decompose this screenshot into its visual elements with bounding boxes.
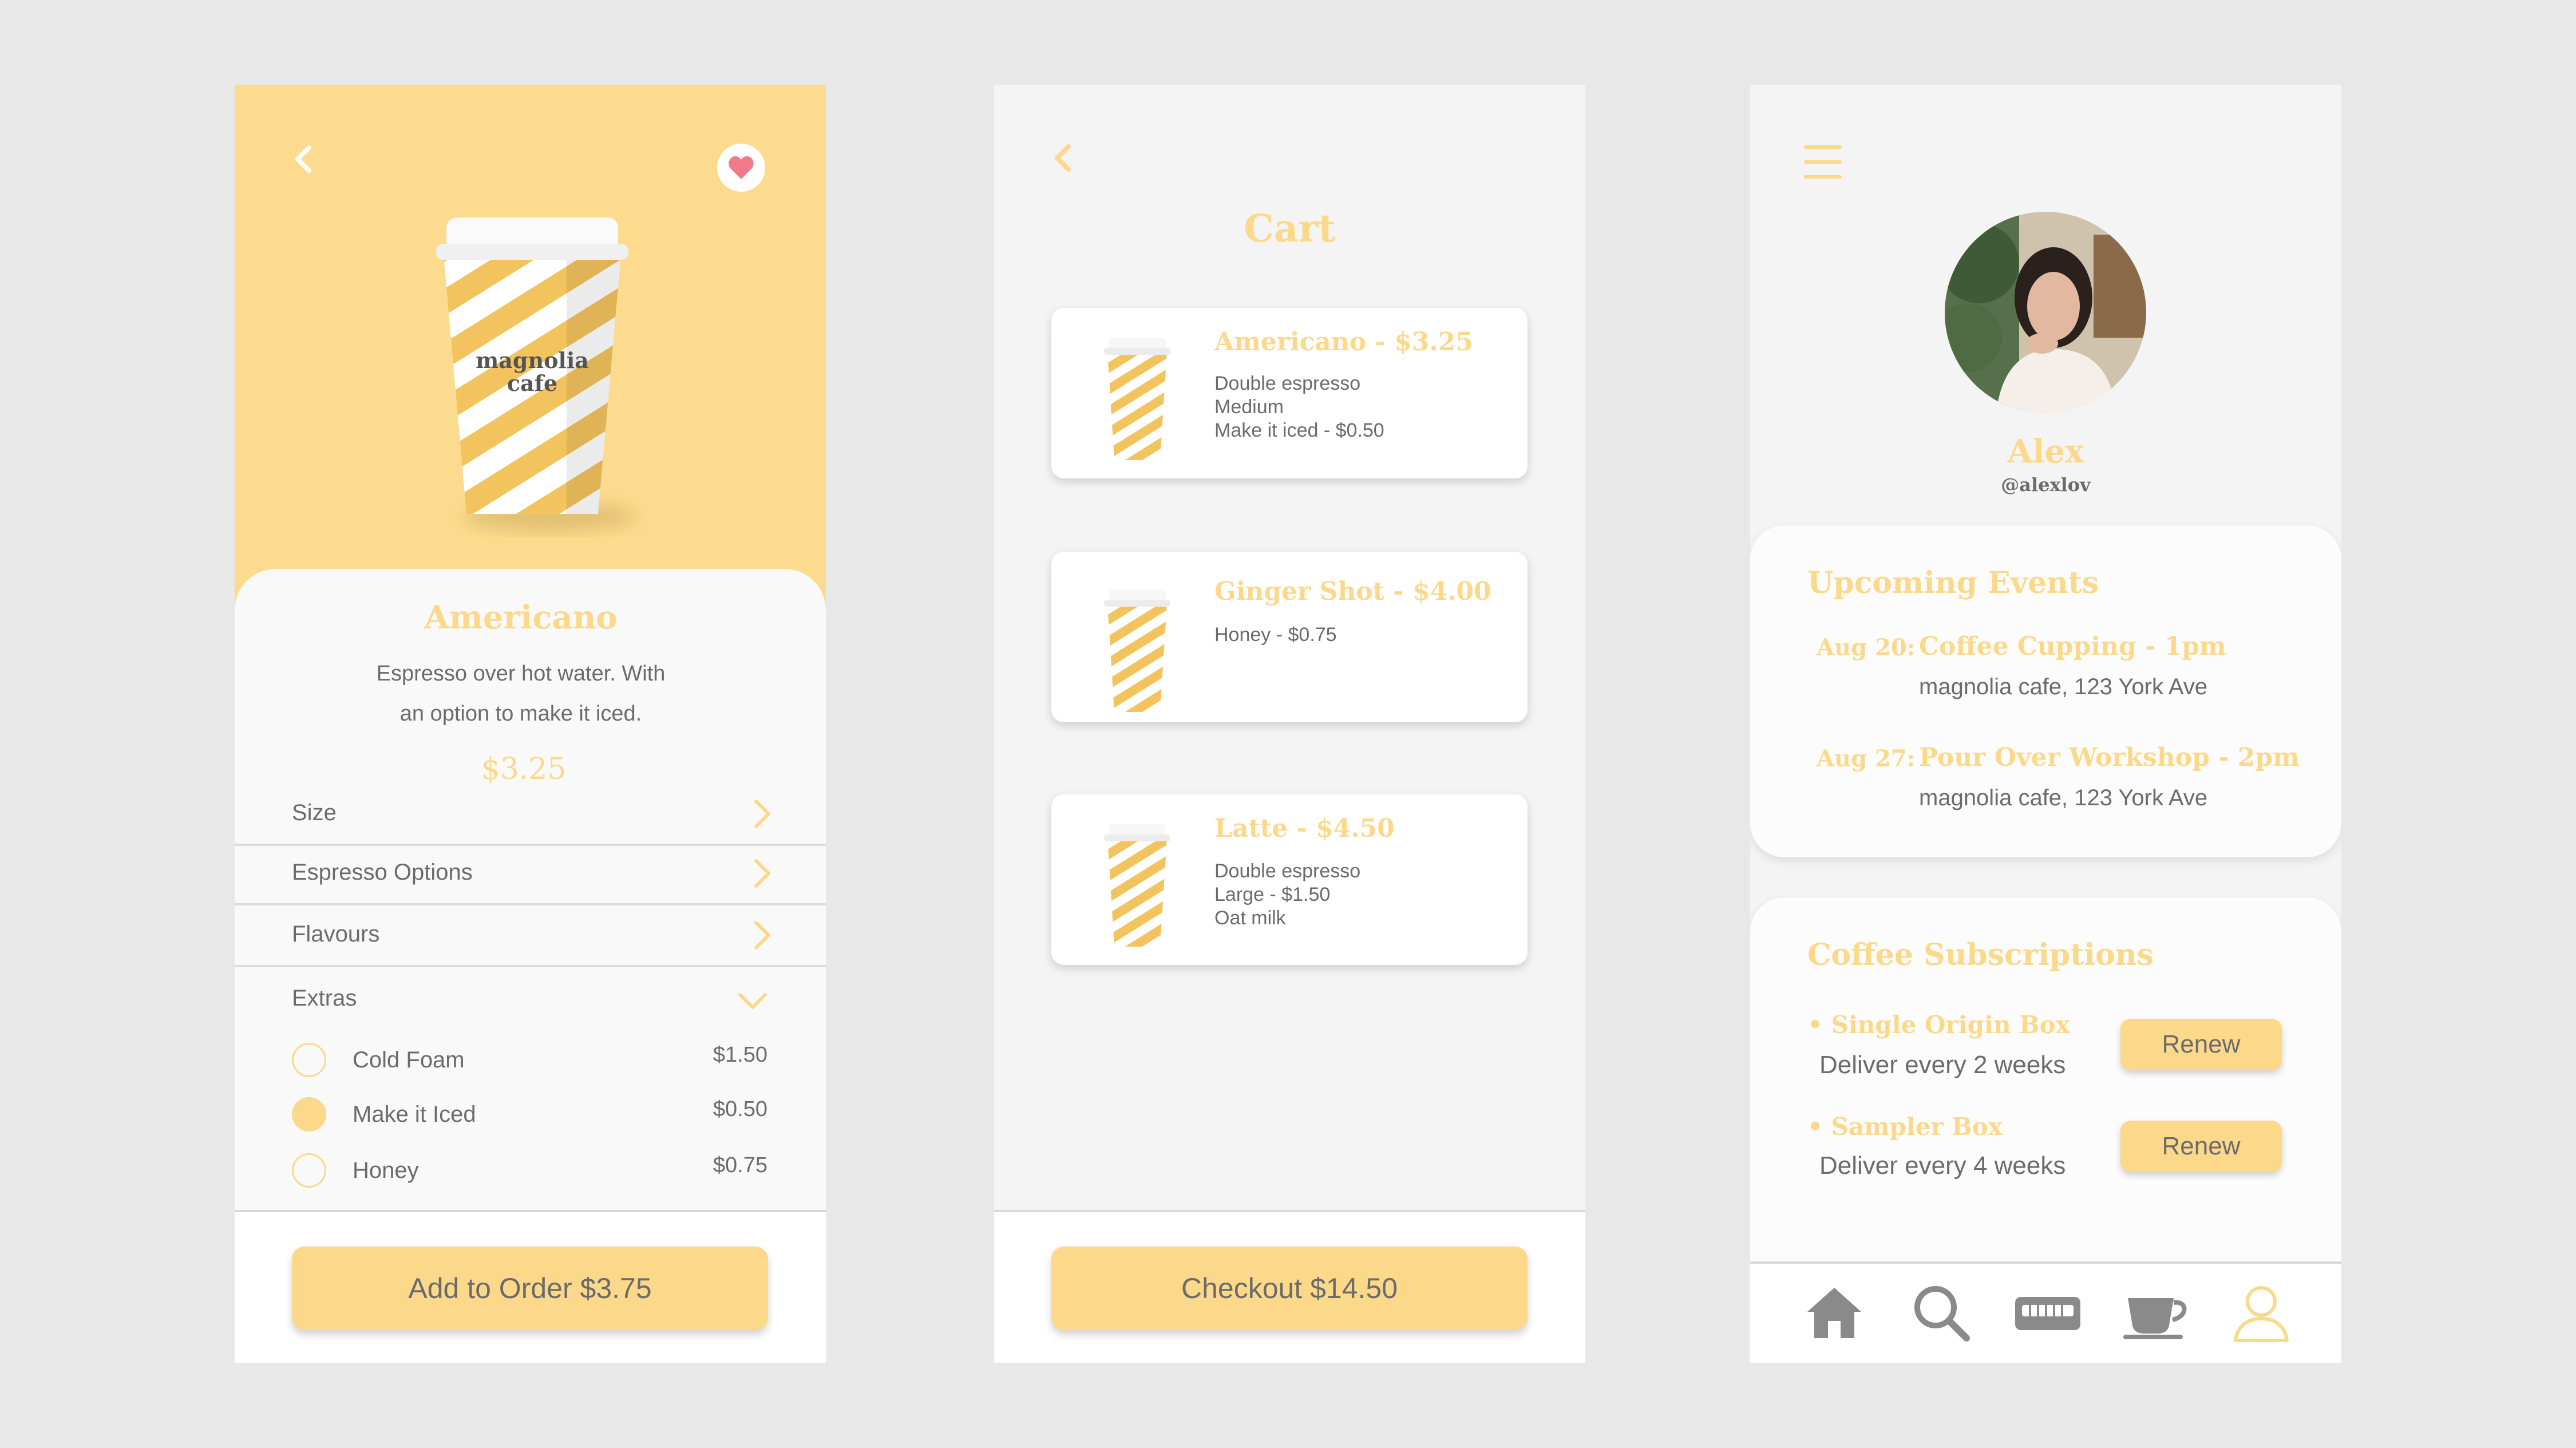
event-title[interactable]: Pour Over Workshop - 2pm (1919, 743, 2300, 772)
option-extras[interactable]: Extras (235, 967, 826, 1029)
coffee-cup-image: magnolia cafe (436, 217, 635, 532)
product-screen: magnolia cafe Americano Espresso over ho… (235, 85, 826, 1363)
radio-button-selected[interactable] (292, 1097, 326, 1132)
extra-name: Make it Iced (353, 1102, 476, 1127)
cup-logo-text: cafe (507, 370, 557, 396)
extra-price: $0.50 (713, 1097, 767, 1121)
event-location: magnolia cafe, 123 York Ave (1919, 674, 2208, 699)
chevron-right-icon (754, 859, 770, 888)
extra-item[interactable]: Cold Foam $1.50 (235, 1038, 826, 1084)
cart-item[interactable]: Ginger Shot - $4.00 Honey - $0.75 (1051, 552, 1528, 722)
radio-button[interactable] (292, 1043, 326, 1077)
user-photo (1945, 212, 2146, 413)
back-arrow-icon[interactable] (287, 142, 322, 176)
menu-card-icon[interactable] (2011, 1281, 2085, 1344)
cup-logo-text: magnolia (476, 347, 589, 373)
cart-screen: Cart Americano - $3.25 Double espresso M… (994, 85, 1585, 1363)
subscription-name: • Sampler Box (1807, 1113, 2003, 1141)
cart-item[interactable]: Americano - $3.25 Double espresso Medium… (1051, 308, 1528, 478)
avatar[interactable] (1945, 212, 2146, 413)
favorite-button[interactable] (717, 144, 765, 192)
bottom-bar: Checkout $14.50 (994, 1210, 1585, 1363)
profile-name: Alex (2007, 433, 2084, 470)
extra-price: $0.75 (713, 1153, 767, 1177)
option-label: Espresso Options (292, 860, 473, 885)
extra-name: Honey (353, 1158, 419, 1183)
add-to-order-button[interactable]: Add to Order $3.75 (292, 1247, 768, 1330)
cart-item-detail: Double espresso (1214, 860, 1361, 882)
subscriptions-card: Coffee Subscriptions • Single Origin Box… (1750, 897, 2341, 1298)
cart-item[interactable]: Latte - $4.50 Double espresso Large - $1… (1051, 794, 1528, 965)
upcoming-events-card: Upcoming Events Aug 20: Coffee Cupping -… (1750, 525, 2341, 857)
extra-item[interactable]: Make it Iced $0.50 (235, 1093, 826, 1138)
profile-handle: @alexlov (2001, 474, 2091, 496)
cart-item-title: Americano - $3.25 (1214, 327, 1473, 357)
radio-button[interactable] (292, 1153, 326, 1188)
extra-price: $1.50 (713, 1043, 767, 1067)
product-description: Espresso over hot water. With (376, 662, 666, 686)
tab-bar (1750, 1261, 2341, 1363)
renew-button[interactable]: Renew (2120, 1019, 2282, 1070)
product-price: $3.25 (481, 752, 567, 786)
page-title: Cart (1244, 206, 1336, 251)
option-espresso[interactable]: Espresso Options (235, 841, 826, 905)
subscription-frequency: Deliver every 4 weeks (1819, 1152, 2066, 1180)
subscription-frequency: Deliver every 2 weeks (1819, 1051, 2066, 1079)
event-title[interactable]: Coffee Cupping - 1pm (1919, 632, 2226, 661)
coffee-cup-image (1104, 590, 1170, 712)
event-location: magnolia cafe, 123 York Ave (1919, 785, 2208, 810)
heart-icon (729, 156, 754, 179)
cart-item-detail: Oat milk (1214, 907, 1286, 929)
extra-name: Cold Foam (353, 1047, 465, 1073)
renew-button[interactable]: Renew (2120, 1121, 2282, 1172)
cart-item-detail: Double espresso (1214, 373, 1361, 394)
product-description: an option to make it iced. (399, 702, 642, 726)
option-size[interactable]: Size (235, 782, 826, 846)
profile-screen: Alex @alexlov Upcoming Events Aug 20: Co… (1750, 85, 2341, 1363)
search-icon[interactable] (1909, 1281, 1972, 1344)
coffee-cup-icon[interactable] (2120, 1281, 2194, 1344)
bottom-bar: Add to Order $3.75 (235, 1210, 826, 1363)
product-name: Americano (424, 599, 618, 636)
option-flavours[interactable]: Flavours (235, 903, 826, 967)
chevron-down-icon (738, 993, 767, 1009)
coffee-cup-image (1104, 338, 1170, 460)
hamburger-menu-icon[interactable] (1803, 142, 1843, 182)
back-arrow-icon[interactable] (1047, 141, 1081, 175)
cart-item-detail: Large - $1.50 (1214, 884, 1331, 905)
extra-item[interactable]: Honey $0.75 (235, 1149, 826, 1194)
coffee-cup-image (1104, 824, 1170, 947)
chevron-right-icon (754, 921, 770, 949)
cart-item-title: Latte - $4.50 (1214, 814, 1395, 843)
cart-item-detail: Make it iced - $0.50 (1214, 420, 1384, 441)
option-label: Flavours (292, 921, 380, 947)
checkout-button[interactable]: Checkout $14.50 (1051, 1247, 1528, 1330)
option-label: Extras (292, 986, 357, 1011)
option-label: Size (292, 800, 337, 825)
section-title: Coffee Subscriptions (1807, 937, 2154, 972)
subscription-name: • Single Origin Box (1807, 1011, 2070, 1039)
cart-item-detail: Medium (1214, 396, 1284, 418)
cart-item-title: Ginger Shot - $4.00 (1214, 577, 1491, 606)
event-date: Aug 27: (1817, 745, 1916, 772)
user-icon[interactable] (2230, 1281, 2293, 1344)
chevron-right-icon (754, 800, 770, 828)
cart-item-detail: Honey - $0.75 (1214, 624, 1337, 646)
event-date: Aug 20: (1817, 634, 1916, 661)
home-icon[interactable] (1803, 1281, 1866, 1344)
section-title: Upcoming Events (1807, 565, 2099, 600)
